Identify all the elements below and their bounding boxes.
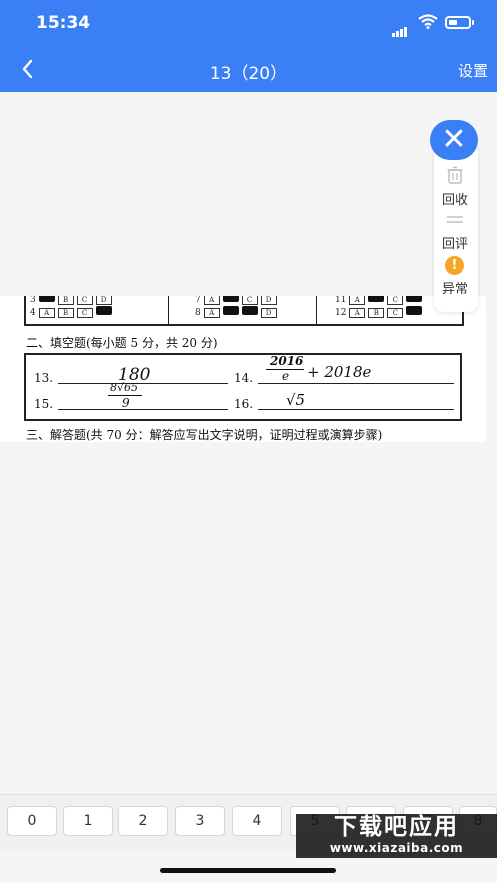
wifi-icon	[418, 14, 438, 33]
anomaly-label[interactable]: 异常	[430, 278, 480, 297]
watermark: 下载吧应用 www.xiazaiba.com	[296, 814, 497, 858]
fill-blank-box: 13. 180 14. 2016 e + 2018e 15. 8√65 9 16…	[24, 353, 462, 421]
score-button-1[interactable]: 1	[63, 806, 113, 836]
mc-row: 3 BCD	[30, 296, 115, 305]
q15-denominator: 9	[122, 396, 130, 410]
battery-icon	[445, 16, 474, 29]
solve-heading: 三、解答题(共 70 分：解答应写出文字说明，证明过程或演算步骤)	[26, 428, 383, 442]
watermark-title: 下载吧应用	[334, 814, 459, 840]
floating-tool-panel: ✕ 回收 回评 ! 异常	[430, 120, 480, 312]
close-icon: ✕	[441, 122, 467, 157]
q16-label: 16.	[234, 397, 254, 411]
fill-blank-heading: 二、填空题(每小题 5 分，共 20 分)	[26, 336, 218, 350]
mc-row: 7 ACD	[195, 296, 280, 305]
settings-button[interactable]: 设置	[458, 60, 488, 81]
status-bar: 15:34	[0, 0, 497, 46]
warning-icon[interactable]: !	[445, 256, 464, 275]
content-area	[0, 92, 497, 792]
recycle-label[interactable]: 回收	[430, 189, 480, 208]
status-time: 15:34	[36, 13, 91, 33]
q14-denominator: e	[282, 369, 290, 383]
page-title: 13（20）	[209, 64, 288, 84]
q15-numerator: 8√65	[110, 381, 139, 394]
q14-tail: + 2018e	[307, 363, 372, 381]
watermark-url: www.xiazaiba.com	[329, 841, 464, 855]
score-button-3[interactable]: 3	[175, 806, 225, 836]
nav-bar: 13（20） 设置	[0, 46, 497, 92]
list-icon[interactable]	[446, 214, 464, 228]
home-indicator	[160, 868, 336, 873]
mc-row: 12 ABC	[335, 306, 425, 318]
mc-row: 11 AC	[335, 296, 425, 305]
score-button-4[interactable]: 4	[232, 806, 282, 836]
q15-label: 15.	[34, 397, 54, 411]
q16-answer: √5	[286, 391, 306, 409]
q14-numerator: 2016	[270, 354, 304, 368]
score-button-0[interactable]: 0	[7, 806, 57, 836]
mc-row: 4 ABC	[30, 306, 115, 318]
signal-icon	[392, 18, 408, 37]
trash-icon[interactable]	[446, 166, 464, 184]
review-label[interactable]: 回评	[430, 233, 480, 252]
mc-row: 8 AD	[195, 306, 280, 318]
q13-label: 13.	[34, 371, 54, 385]
q14-label: 14.	[234, 371, 254, 385]
close-button[interactable]: ✕	[430, 120, 478, 160]
score-button-2[interactable]: 2	[118, 806, 168, 836]
